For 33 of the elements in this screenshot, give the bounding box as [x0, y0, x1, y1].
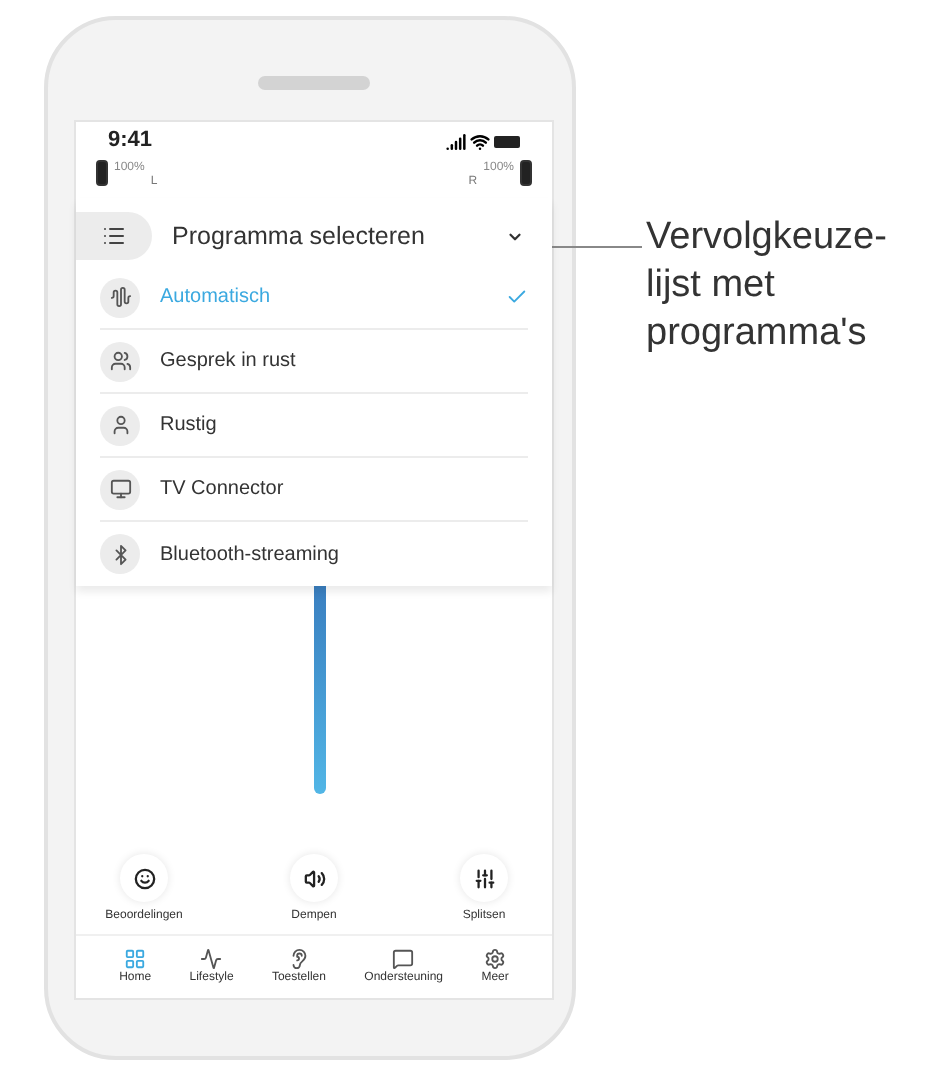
wifi-icon — [470, 131, 490, 151]
signal-icon — [446, 131, 466, 151]
grid-icon — [124, 947, 147, 969]
battery-icon — [494, 135, 520, 147]
program-label: Rustig — [160, 412, 219, 440]
chat-icon — [392, 947, 415, 969]
program-label: Bluetooth-streaming — [160, 541, 341, 569]
program-option[interactable]: TV Connector — [100, 458, 528, 522]
battery-icon — [96, 160, 108, 186]
pulse-icon — [200, 947, 223, 969]
program-option[interactable]: Gesprek in rust — [100, 330, 528, 394]
program-option[interactable]: Rustig — [100, 394, 528, 458]
program-label: Automatisch — [160, 284, 273, 312]
callout-text: Vervolgkeuze-lijst met programma's — [646, 214, 889, 358]
smiley-icon — [133, 867, 155, 889]
program-label: Gesprek in rust — [160, 348, 298, 376]
sliders-icon — [473, 867, 495, 889]
ear-icon — [287, 947, 310, 969]
monitor-icon — [109, 478, 131, 500]
status-time: 9:41 — [108, 126, 153, 157]
speaker-grille — [258, 76, 370, 90]
battery-icon — [520, 160, 532, 186]
check-icon — [506, 286, 528, 308]
settings-icon — [484, 947, 507, 969]
list-button[interactable] — [76, 212, 152, 260]
program-select[interactable]: Programma selecteren — [152, 206, 552, 266]
bluetooth-icon — [109, 543, 131, 565]
program-option[interactable]: Bluetooth-streaming — [100, 522, 528, 586]
speaker-icon — [303, 867, 325, 889]
people-icon — [109, 350, 131, 372]
program-label: TV Connector — [160, 476, 286, 504]
person-icon — [109, 414, 131, 436]
waveform-icon — [109, 286, 131, 308]
